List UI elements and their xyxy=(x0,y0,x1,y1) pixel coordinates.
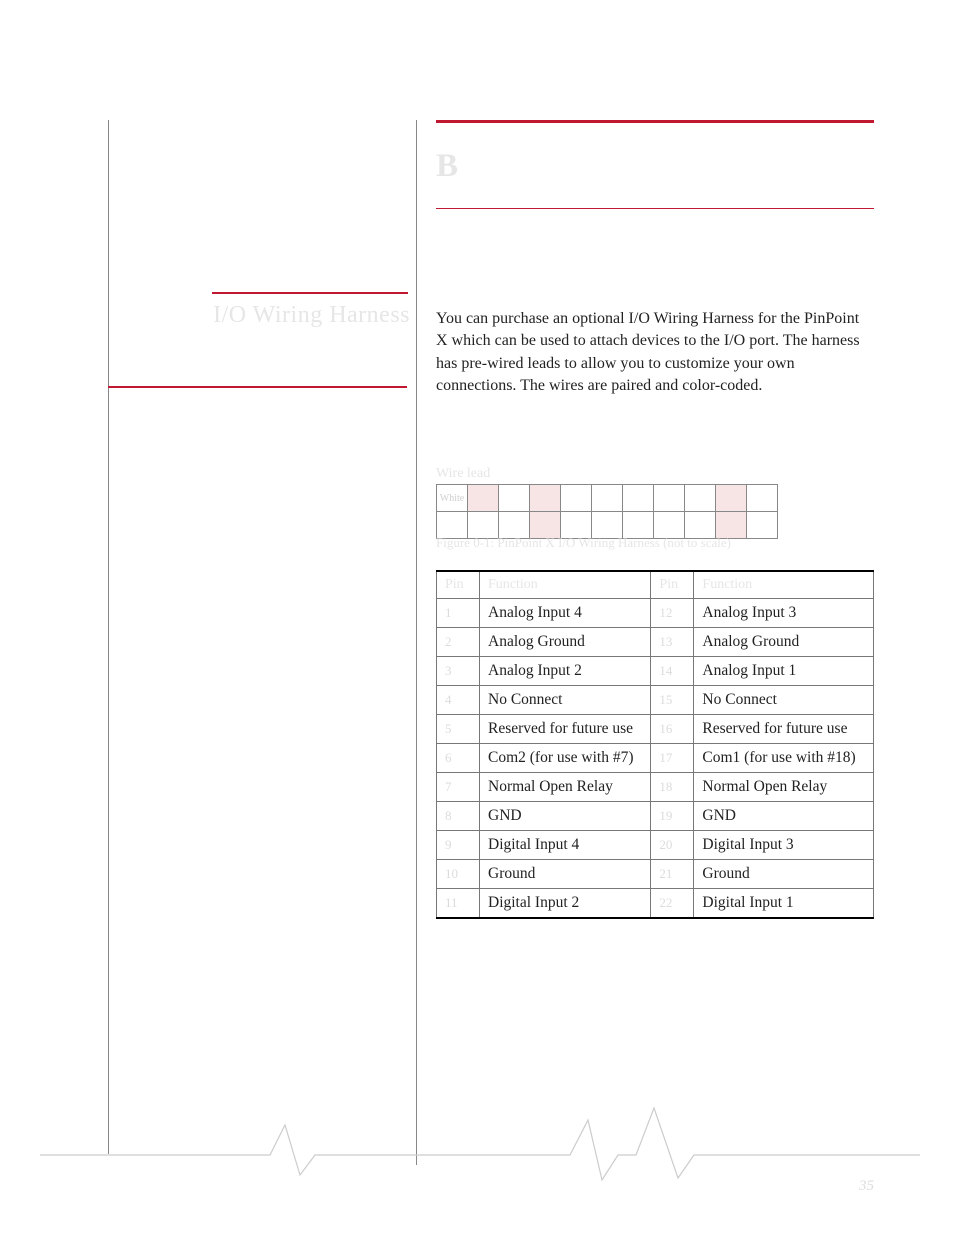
col-header: Function xyxy=(694,571,874,599)
pin-number: 11 xyxy=(437,889,480,919)
wire-cell xyxy=(747,512,778,539)
wire-cell xyxy=(685,485,716,512)
pin-number: 4 xyxy=(437,686,480,715)
pin-number: 9 xyxy=(437,831,480,860)
pin-function: Digital Input 2 xyxy=(480,889,651,919)
pin-function: Ground xyxy=(480,860,651,889)
figure-caption: Figure 0-1: PinPoint X I/O Wiring Harnes… xyxy=(436,535,731,551)
pin-function: GND xyxy=(480,802,651,831)
pin-function: Analog Input 3 xyxy=(694,599,874,628)
pin-number: 10 xyxy=(437,860,480,889)
table-row: 9Digital Input 420Digital Input 3 xyxy=(437,831,874,860)
pin-number: 2 xyxy=(437,628,480,657)
table-row: 8GND19GND xyxy=(437,802,874,831)
wire-row: White xyxy=(437,485,778,512)
pin-function: No Connect xyxy=(480,686,651,715)
rule-sidebar-red-long xyxy=(108,386,407,388)
wire-cell: White xyxy=(437,485,468,512)
pin-function: Analog Ground xyxy=(694,628,874,657)
pinout-table: Pin Function Pin Function 1Analog Input … xyxy=(436,570,874,919)
rule-vertical-mid xyxy=(416,120,417,1165)
wire-cell xyxy=(499,485,530,512)
pin-number: 8 xyxy=(437,802,480,831)
page: B I/O Wiring Harness You can purchase an… xyxy=(0,0,954,1235)
pinout-wrap: Pin Function Pin Function 1Analog Input … xyxy=(436,570,874,919)
pin-function: Analog Input 1 xyxy=(694,657,874,686)
rule-vertical-left xyxy=(108,120,109,1154)
col-header: Pin xyxy=(437,571,480,599)
wire-diagram: Wire lead White xyxy=(436,466,846,539)
table-row: 2Analog Ground13Analog Ground xyxy=(437,628,874,657)
pin-function: Ground xyxy=(694,860,874,889)
wire-color-table: White xyxy=(436,484,778,539)
pin-number: 21 xyxy=(651,860,694,889)
table-row: 11Digital Input 222Digital Input 1 xyxy=(437,889,874,919)
pin-number: 18 xyxy=(651,773,694,802)
table-row: 10Ground21Ground xyxy=(437,860,874,889)
pin-number: 12 xyxy=(651,599,694,628)
pin-number: 15 xyxy=(651,686,694,715)
wire-cell xyxy=(623,485,654,512)
wire-caption: Wire lead xyxy=(436,466,846,482)
pin-number: 17 xyxy=(651,744,694,773)
pin-number: 19 xyxy=(651,802,694,831)
table-row: 4No Connect15No Connect xyxy=(437,686,874,715)
pin-function: Com2 (for use with #7) xyxy=(480,744,651,773)
table-row: 6Com2 (for use with #7)17Com1 (for use w… xyxy=(437,744,874,773)
wire-cell xyxy=(468,485,499,512)
wire-cell xyxy=(654,485,685,512)
body-paragraph: You can purchase an optional I/O Wiring … xyxy=(436,308,874,398)
footer-pulse-divider xyxy=(40,1100,920,1190)
pin-number: 7 xyxy=(437,773,480,802)
pin-number: 16 xyxy=(651,715,694,744)
wire-cell xyxy=(716,485,747,512)
pin-function: No Connect xyxy=(694,686,874,715)
sidebar-title: I/O Wiring Harness xyxy=(120,302,410,329)
pin-function: Reserved for future use xyxy=(480,715,651,744)
pin-function: Reserved for future use xyxy=(694,715,874,744)
pin-function: Normal Open Relay xyxy=(480,773,651,802)
wire-cell xyxy=(747,485,778,512)
wire-cell xyxy=(530,485,561,512)
table-row: 3Analog Input 214Analog Input 1 xyxy=(437,657,874,686)
pin-number: 1 xyxy=(437,599,480,628)
table-header-row: Pin Function Pin Function xyxy=(437,571,874,599)
pin-function: Digital Input 1 xyxy=(694,889,874,919)
pin-function: Analog Input 4 xyxy=(480,599,651,628)
table-row: 1Analog Input 412Analog Input 3 xyxy=(437,599,874,628)
pin-function: Analog Input 2 xyxy=(480,657,651,686)
pin-function: Digital Input 3 xyxy=(694,831,874,860)
pin-function: Com1 (for use with #18) xyxy=(694,744,874,773)
rule-top-red xyxy=(436,120,874,123)
rule-sidebar-red-short xyxy=(212,292,408,294)
table-row: 7Normal Open Relay18Normal Open Relay xyxy=(437,773,874,802)
pin-function: Digital Input 4 xyxy=(480,831,651,860)
table-row: 5Reserved for future use16Reserved for f… xyxy=(437,715,874,744)
pin-function: Analog Ground xyxy=(480,628,651,657)
pin-number: 22 xyxy=(651,889,694,919)
pin-number: 13 xyxy=(651,628,694,657)
pin-function: GND xyxy=(694,802,874,831)
pin-number: 3 xyxy=(437,657,480,686)
rule-appendix-red xyxy=(436,208,874,209)
wire-cell xyxy=(592,485,623,512)
pin-number: 6 xyxy=(437,744,480,773)
col-header: Pin xyxy=(651,571,694,599)
page-number: 35 xyxy=(436,1178,874,1195)
col-header: Function xyxy=(480,571,651,599)
pin-function: Normal Open Relay xyxy=(694,773,874,802)
pin-number: 20 xyxy=(651,831,694,860)
wire-cell xyxy=(561,485,592,512)
chapter-letter: B xyxy=(436,148,874,185)
pin-number: 5 xyxy=(437,715,480,744)
pin-number: 14 xyxy=(651,657,694,686)
